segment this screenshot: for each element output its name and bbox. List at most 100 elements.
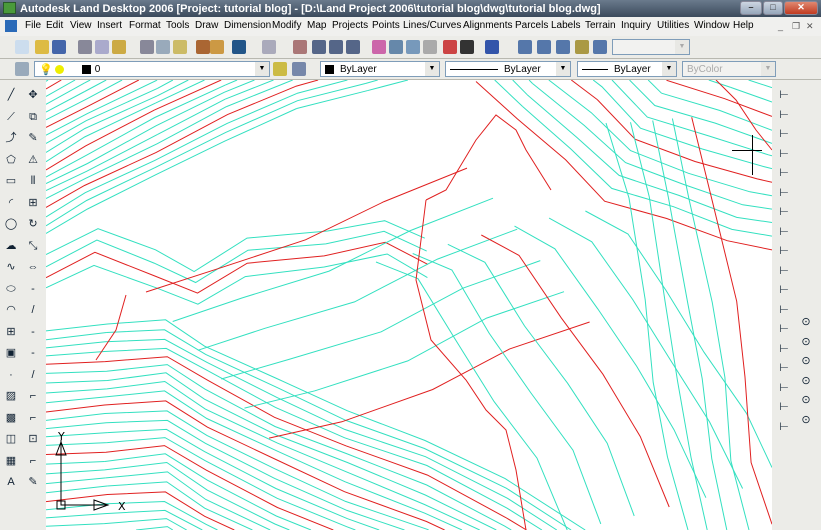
color-combo[interactable]: ByLayer ▼ [320, 61, 440, 77]
quick-dim-icon[interactable]: ⊢ [777, 244, 791, 258]
join-icon[interactable]: - [26, 346, 40, 360]
menu-points[interactable]: Points [372, 20, 400, 31]
menu-window[interactable]: Window [694, 20, 730, 31]
chamfer-icon[interactable]: / [26, 368, 40, 382]
snap-endpoint-icon[interactable]: ⊙ [799, 315, 813, 329]
xline-icon[interactable]: ⟋ [4, 110, 18, 124]
viewport5-icon[interactable] [593, 40, 607, 54]
doc-minimize-icon[interactable]: _ [778, 21, 783, 31]
dim-jogged-icon[interactable]: ⊢ [777, 186, 791, 200]
menu-labels[interactable]: Labels [551, 20, 580, 31]
menu-terrain[interactable]: Terrain [585, 20, 616, 31]
design-center-icon[interactable] [389, 40, 403, 54]
arc-icon[interactable]: ◜ [4, 196, 18, 210]
menu-utilities[interactable]: Utilities [657, 20, 689, 31]
menu-alignments[interactable]: Alignments [463, 20, 512, 31]
tolerance-icon[interactable]: ⊢ [777, 322, 791, 336]
polygon-icon[interactable]: ⬠ [4, 153, 18, 167]
tool-palettes-icon[interactable] [406, 40, 420, 54]
menu-projects[interactable]: Projects [332, 20, 368, 31]
stretch-icon[interactable]: ⇔ [26, 260, 40, 274]
viewport2-icon[interactable] [537, 40, 551, 54]
copy-icon[interactable]: ⧉ [26, 110, 40, 124]
extract-icon[interactable]: ✎ [26, 475, 40, 489]
layer-manager-icon[interactable] [15, 62, 29, 76]
revcloud-icon[interactable]: ☁ [4, 239, 18, 253]
gradient-icon[interactable]: ▩ [4, 411, 18, 425]
menu-insert[interactable]: Insert [97, 20, 122, 31]
cut-icon[interactable] [140, 40, 154, 54]
attrib-icon[interactable]: ⌐ [26, 454, 40, 468]
snap-perpendicular-icon[interactable]: ⊙ [799, 413, 813, 427]
insert-block-icon[interactable]: ⊞ [4, 325, 18, 339]
redo-icon[interactable] [262, 40, 276, 54]
menu-tools[interactable]: Tools [166, 20, 189, 31]
snap-quadrant-icon[interactable]: ⊙ [799, 393, 813, 407]
viewport3-icon[interactable] [556, 40, 570, 54]
hatch-icon[interactable]: ▨ [4, 389, 18, 403]
snap-intersection-icon[interactable]: ⊙ [799, 354, 813, 368]
save-icon[interactable] [52, 40, 66, 54]
menu-draw[interactable]: Draw [195, 20, 218, 31]
document-icon[interactable] [5, 20, 17, 32]
viewport4-icon[interactable] [575, 40, 589, 54]
region-icon[interactable]: ◫ [4, 432, 18, 446]
scale-icon[interactable]: ⤡ [26, 239, 40, 253]
minimize-button[interactable]: – [740, 1, 762, 15]
quickcalc-icon[interactable] [460, 40, 474, 54]
offset-icon[interactable]: ⫴ [26, 174, 40, 188]
dim-aligned-icon[interactable]: ⊢ [777, 108, 791, 122]
dim-linear-icon[interactable]: ⊢ [777, 88, 791, 102]
viewport1-icon[interactable] [518, 40, 532, 54]
point-icon[interactable]: · [4, 368, 18, 382]
leader-icon[interactable]: ⊢ [777, 303, 791, 317]
make-block-icon[interactable]: ▣ [4, 346, 18, 360]
pan-icon[interactable] [293, 40, 307, 54]
dim-text-edit-icon[interactable]: ⊢ [777, 381, 791, 395]
menu-parcels[interactable]: Parcels [515, 20, 548, 31]
maximize-button[interactable]: □ [763, 1, 783, 15]
lineweight-combo[interactable]: ByLayer ▼ [577, 61, 677, 77]
paste-icon[interactable] [173, 40, 187, 54]
menu-file[interactable]: File [25, 20, 41, 31]
table-icon[interactable]: ▦ [4, 454, 18, 468]
move-icon[interactable]: ✥ [26, 88, 40, 102]
view-combo[interactable]: ▼ [612, 39, 690, 55]
menu-modify[interactable]: Modify [272, 20, 301, 31]
doc-restore-icon[interactable]: ❐ [792, 21, 800, 32]
ellipse-icon[interactable]: ⬭ [4, 282, 18, 296]
zoom-window-icon[interactable] [329, 40, 343, 54]
menu-map[interactable]: Map [307, 20, 326, 31]
help-icon[interactable] [485, 40, 499, 54]
new-icon[interactable] [15, 40, 29, 54]
doc-close-icon[interactable]: ✕ [806, 21, 814, 32]
dim-arc-icon[interactable]: ⊢ [777, 127, 791, 141]
matchprop-icon[interactable] [196, 40, 210, 54]
preview-icon[interactable] [95, 40, 109, 54]
plotstyle-combo[interactable]: ByColor ▼ [682, 61, 776, 77]
dim-edit-icon[interactable]: ⊢ [777, 361, 791, 375]
edit-icon[interactable]: ⊡ [26, 432, 40, 446]
print-icon[interactable] [78, 40, 92, 54]
dim-update-icon[interactable]: ⊢ [777, 400, 791, 414]
dim-continue-icon[interactable]: ⊢ [777, 283, 791, 297]
dim-baseline-icon[interactable]: ⊢ [777, 264, 791, 278]
mirror-icon[interactable]: ⚠ [26, 153, 40, 167]
layer-previous-icon[interactable] [292, 62, 306, 76]
erase-icon[interactable]: ✎ [26, 131, 40, 145]
rotate-icon[interactable]: ↻ [26, 217, 40, 231]
rectangle-icon[interactable]: ▭ [4, 174, 18, 188]
open-icon[interactable] [35, 40, 49, 54]
dim-ordinate-icon[interactable]: ⊢ [777, 147, 791, 161]
zoom-realtime-icon[interactable] [312, 40, 326, 54]
menu-dimension[interactable]: Dimension [224, 20, 271, 31]
paintbrush-icon[interactable] [210, 40, 224, 54]
zoom-previous-icon[interactable] [346, 40, 360, 54]
trim-icon[interactable]: - [26, 282, 40, 296]
break-icon[interactable]: - [26, 325, 40, 339]
dim-style-icon[interactable]: ⊢ [777, 420, 791, 434]
fillet-icon[interactable]: ⌐ [26, 389, 40, 403]
spline-icon[interactable]: ∿ [4, 260, 18, 274]
snap-midpoint-icon[interactable]: ⊙ [799, 335, 813, 349]
menu-help[interactable]: Help [733, 20, 754, 31]
